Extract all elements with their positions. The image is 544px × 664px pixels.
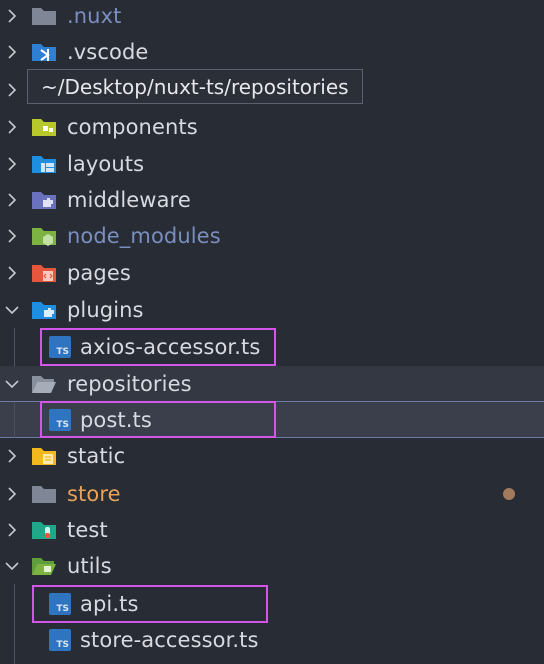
chevron-right-icon[interactable] xyxy=(2,80,22,100)
chevron-down-icon[interactable] xyxy=(2,556,22,576)
tooltip-path-text: ~/Desktop/nuxt-ts/repositories xyxy=(41,74,349,99)
tree-item-store[interactable]: store xyxy=(0,476,544,512)
test-folder-icon xyxy=(32,522,56,539)
pages-folder-icon xyxy=(32,265,56,282)
tree-item-middleware[interactable]: middleware xyxy=(0,182,544,218)
chevron-down-icon[interactable] xyxy=(2,300,22,320)
tree-file-store-accessor[interactable]: TS store-accessor.ts xyxy=(0,622,544,658)
tree-item-label: pages xyxy=(67,261,131,285)
tree-item-repositories[interactable]: repositories xyxy=(0,366,544,402)
typescript-file-icon: TS xyxy=(49,629,71,651)
utils-folder-open-icon xyxy=(32,558,56,575)
tree-item-label: store-accessor.ts xyxy=(80,628,259,652)
tree-item-components[interactable]: components xyxy=(0,109,544,145)
tree-item-pages[interactable]: pages xyxy=(0,255,544,291)
chevron-right-icon[interactable] xyxy=(2,42,22,62)
middleware-folder-icon xyxy=(32,192,56,209)
layouts-folder-icon xyxy=(32,156,56,173)
folder-open-icon xyxy=(32,376,56,393)
components-folder-icon xyxy=(32,119,56,136)
chevron-right-icon[interactable] xyxy=(2,520,22,540)
annotation-highlight-box xyxy=(40,328,276,366)
folder-icon xyxy=(32,486,56,503)
chevron-right-icon[interactable] xyxy=(2,226,22,246)
chevron-right-icon[interactable] xyxy=(2,263,22,283)
tree-item-plugins[interactable]: plugins xyxy=(0,292,544,328)
tree-item-label: layouts xyxy=(67,152,145,176)
tree-item-label: .nuxt xyxy=(67,4,122,28)
chevron-down-icon[interactable] xyxy=(2,374,22,394)
tree-item-node-modules[interactable]: node_modules xyxy=(0,218,544,254)
chevron-right-icon[interactable] xyxy=(2,6,22,26)
plugins-folder-open-icon xyxy=(32,302,56,319)
chevron-right-icon[interactable] xyxy=(2,484,22,504)
tree-item-label: utils xyxy=(67,554,112,578)
tree-item-label: static xyxy=(67,444,126,468)
annotation-highlight-box xyxy=(32,585,268,623)
folder-icon xyxy=(32,8,56,25)
tree-item-utils[interactable]: utils xyxy=(0,548,544,584)
tree-item-layouts[interactable]: layouts xyxy=(0,146,544,182)
tree-item-label: node_modules xyxy=(67,224,221,248)
tree-item-test[interactable]: test xyxy=(0,512,544,548)
tree-item-label: components xyxy=(67,115,198,139)
chevron-right-icon[interactable] xyxy=(2,117,22,137)
tree-item-label: plugins xyxy=(67,298,144,322)
vscode-folder-icon xyxy=(32,44,56,61)
node-modules-folder-icon xyxy=(32,228,56,246)
tree-item-nuxt[interactable]: .nuxt xyxy=(0,0,544,34)
annotation-highlight-box xyxy=(40,401,276,438)
modified-indicator-dot xyxy=(503,488,515,500)
tree-item-label: .vscode xyxy=(67,40,149,64)
static-folder-icon xyxy=(32,448,56,465)
path-tooltip: ~/Desktop/nuxt-ts/repositories xyxy=(27,69,363,104)
tree-item-label: middleware xyxy=(67,188,191,212)
chevron-right-icon[interactable] xyxy=(2,154,22,174)
tree-item-label: test xyxy=(67,518,108,542)
tree-item-static[interactable]: static xyxy=(0,438,544,474)
chevron-right-icon[interactable] xyxy=(2,446,22,466)
tree-item-vscode[interactable]: .vscode xyxy=(0,34,544,70)
tree-item-label: store xyxy=(67,482,121,506)
tree-item-label: repositories xyxy=(67,372,192,396)
chevron-right-icon[interactable] xyxy=(2,190,22,210)
